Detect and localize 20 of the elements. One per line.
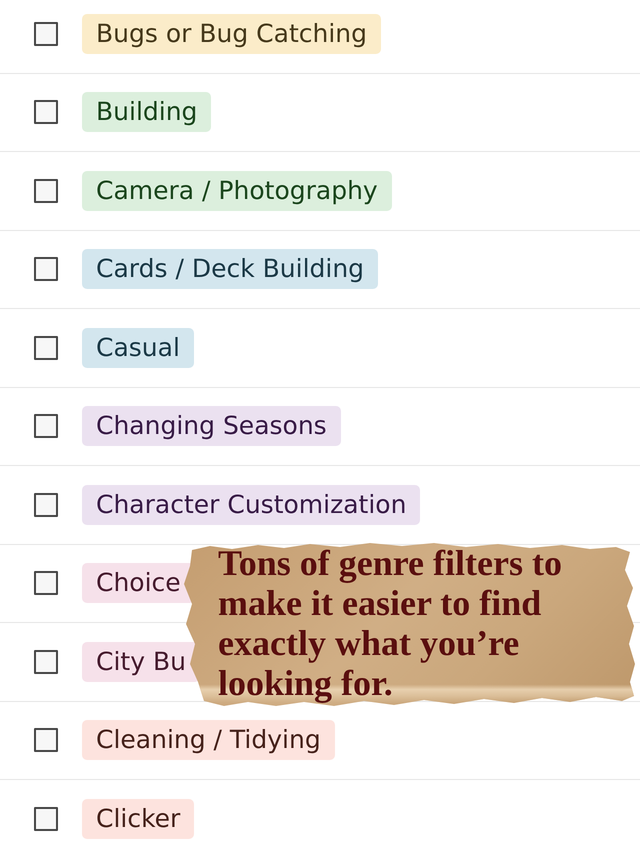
checkbox[interactable]: [34, 650, 58, 674]
genre-tag: Building: [82, 92, 212, 132]
checkbox[interactable]: [34, 492, 58, 517]
checkbox[interactable]: [34, 257, 58, 282]
genre-tag: Bugs or Bug Catching: [82, 14, 381, 54]
genre-tag: Cleaning / Tidying: [82, 720, 335, 760]
checkbox[interactable]: [34, 336, 58, 360]
checkbox[interactable]: [34, 571, 58, 596]
checkbox[interactable]: [34, 414, 58, 438]
genre-tag: Cards / Deck Building: [82, 249, 378, 290]
genre-tag: Changing Seasons: [82, 406, 341, 446]
checkbox[interactable]: [34, 22, 58, 46]
checkbox[interactable]: [34, 806, 58, 831]
genre-tag: Casual: [82, 328, 194, 368]
genre-tag: Camera / Photography: [82, 170, 392, 211]
genre-tag: Character Customization: [82, 484, 420, 525]
checkbox[interactable]: [34, 178, 58, 203]
checkbox[interactable]: [34, 728, 58, 752]
genre-tag: Clicker: [82, 798, 194, 839]
checkbox[interactable]: [34, 100, 58, 124]
